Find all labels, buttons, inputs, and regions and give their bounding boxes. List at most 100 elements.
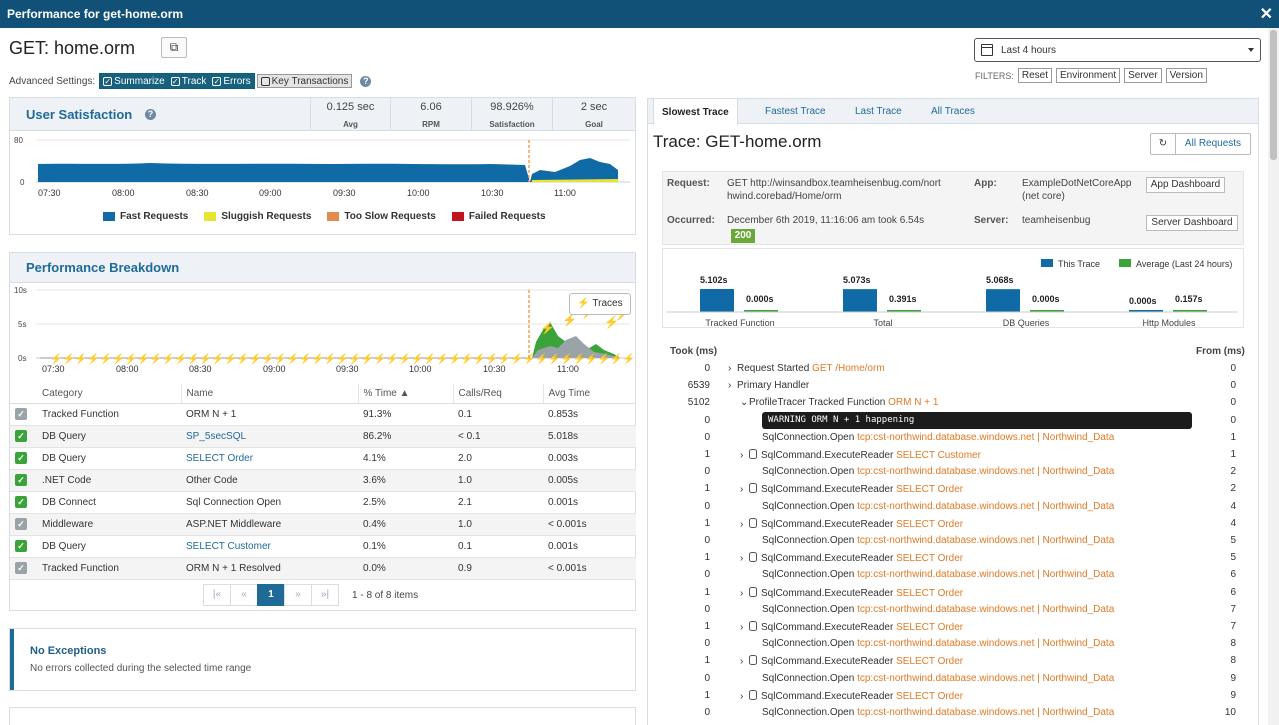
filter-version-button[interactable]: Version: [1165, 68, 1207, 83]
col-name[interactable]: Name: [181, 384, 359, 404]
close-icon[interactable]: ✕: [1260, 4, 1273, 24]
chevron-right-icon[interactable]: ›: [740, 588, 749, 599]
cell-calls: 0.1: [453, 535, 543, 558]
server-dashboard-button[interactable]: Server Dashboard: [1146, 215, 1238, 231]
chevron-right-icon[interactable]: ›: [740, 450, 749, 461]
user-satisfaction-header: User Satisfaction ? 0.125 sec Avg 6.06 RPM…: [10, 98, 635, 131]
filter-environment-button[interactable]: Environment: [1055, 68, 1121, 83]
chevron-right-icon[interactable]: ›: [740, 484, 749, 495]
trace-entry: › SqlCommand.ExecuteReader SELECT Order: [740, 621, 963, 633]
pager-next-button[interactable]: »: [284, 584, 312, 606]
legend-item[interactable]: Too Slow Requests: [327, 211, 436, 222]
row-checkbox[interactable]: ✓: [15, 518, 27, 530]
col-pct-time[interactable]: % Time ▲: [358, 384, 454, 404]
table-row[interactable]: ✓ .NET Code Other Code 3.6% 1.0 0.005s: [10, 469, 636, 492]
trace-from: 5: [1230, 535, 1236, 546]
trace-entry: › SqlCommand.ExecuteReader SELECT Order: [740, 552, 963, 564]
bar[interactable]: [843, 289, 877, 312]
pager-first-button[interactable]: |«: [203, 584, 231, 606]
refresh-button[interactable]: ↻: [1150, 133, 1176, 155]
cell-calls-text: 2.1: [458, 496, 472, 508]
bar-data-label: 0.000s: [746, 294, 774, 304]
trace-from: 0: [1230, 363, 1236, 374]
cell-avg: < 0.001s: [543, 557, 636, 580]
x-tick-label: 08:30: [189, 364, 212, 374]
help-icon[interactable]: ?: [145, 109, 156, 120]
cell-calls: 1.0: [453, 469, 543, 492]
cell-category-text: DB Query: [42, 430, 86, 442]
row-checkbox[interactable]: ✓: [15, 540, 27, 552]
chevron-right-icon[interactable]: ›: [740, 553, 749, 564]
table-row[interactable]: ✓ Tracked Function ORM N + 1 91.3% 0.1 0.853s: [10, 403, 636, 426]
chevron-down-icon[interactable]: ⌄: [740, 397, 749, 408]
chevron-right-icon[interactable]: ›: [740, 691, 749, 702]
time-range-select[interactable]: Last 4 hours: [974, 38, 1261, 62]
table-row[interactable]: ✓ DB Query SELECT Customer 0.1% 0.1 0.001s: [10, 535, 636, 558]
advanced-toggle-group: ✓ Summarize ✓ Track ✓ Errors: [99, 73, 255, 89]
app-value-line2: (net core): [1022, 191, 1065, 202]
chevron-right-icon[interactable]: ›: [740, 656, 749, 667]
legend-label: Fast Requests: [120, 211, 189, 222]
open-external-button[interactable]: ⧉: [161, 37, 187, 58]
cell-name-text: Sql Connection Open: [186, 496, 282, 508]
page-scrollbar[interactable]: [1268, 28, 1279, 725]
cell-name-text[interactable]: SELECT Order: [186, 453, 253, 464]
pager-prev-button[interactable]: «: [230, 584, 258, 606]
row-checkbox[interactable]: ✓: [15, 496, 27, 508]
fast-requests-area: [530, 158, 618, 182]
row-checkbox[interactable]: ✓: [15, 452, 27, 464]
pager-last-button[interactable]: »|: [311, 584, 339, 606]
x-tick-label: 09:00: [259, 188, 282, 198]
errors-label: Errors: [223, 75, 251, 87]
cell-name-text[interactable]: SELECT Customer: [186, 541, 271, 552]
legend-item[interactable]: Sluggish Requests: [204, 211, 311, 222]
row-checkbox[interactable]: ✓: [15, 430, 27, 442]
bar[interactable]: [986, 289, 1020, 312]
trace-entry-detail: SELECT Order: [896, 587, 964, 599]
app-dashboard-button[interactable]: App Dashboard: [1146, 177, 1225, 193]
col-category[interactable]: Category: [37, 384, 182, 404]
table-row[interactable]: ✓ Middleware ASP.NET Middleware 0.4% 1.0 < 0.…: [10, 513, 636, 536]
help-icon[interactable]: ?: [360, 75, 372, 87]
trace-from: 4: [1230, 517, 1236, 529]
tab-slowest-trace[interactable]: Slowest Trace: [653, 98, 738, 125]
trace-entry-name: SqlCommand.ExecuteReader: [761, 656, 894, 668]
summarize-toggle[interactable]: ✓ Summarize: [100, 74, 168, 88]
table-row[interactable]: ✓ DB Query SP_5secSQL 86.2% < 0.1 5.018s: [10, 425, 636, 448]
chevron-right-icon[interactable]: ›: [740, 519, 749, 530]
filter-server-button[interactable]: Server: [1124, 68, 1162, 83]
traces-button[interactable]: ⚡ Traces: [569, 293, 631, 315]
legend-item[interactable]: Failed Requests: [451, 211, 546, 222]
legend-item[interactable]: Fast Requests: [103, 211, 188, 222]
row-checkbox[interactable]: ✓: [15, 474, 27, 486]
tab-fastest-trace[interactable]: Fastest Trace: [765, 106, 826, 117]
all-requests-button[interactable]: All Requests: [1175, 133, 1251, 155]
col-calls-req[interactable]: Calls/Req: [453, 384, 544, 404]
errors-toggle[interactable]: ✓ Errors: [209, 74, 254, 88]
row-checkbox[interactable]: ✓: [15, 562, 27, 574]
tab-last-trace[interactable]: Last Trace: [855, 106, 902, 117]
tab-all-traces[interactable]: All Traces: [931, 106, 975, 117]
filter-reset-button[interactable]: Reset: [1017, 68, 1052, 83]
chevron-right-icon[interactable]: ›: [740, 622, 749, 633]
row-checkbox[interactable]: ✓: [15, 408, 27, 420]
user-satisfaction-chart: 80 0 07:30 08:00 08:30 09:00 09:30 10:00…: [14, 136, 630, 198]
track-toggle[interactable]: ✓ Track: [167, 74, 210, 88]
bar[interactable]: [700, 289, 734, 312]
cell-name-text[interactable]: SP_5secSQL: [186, 431, 246, 442]
chevron-right-icon[interactable]: ›: [728, 363, 737, 374]
trace-took: 1: [704, 517, 710, 529]
chevron-right-icon[interactable]: ›: [728, 380, 737, 391]
trace-from: 1: [1230, 431, 1236, 443]
scrollbar-thumb[interactable]: [1270, 30, 1277, 160]
key-transactions-toggle[interactable]: Key Transactions: [256, 74, 353, 88]
pager-page-button[interactable]: 1: [257, 584, 285, 606]
table-row[interactable]: ✓ DB Connect Sql Connection Open 2.5% 2.1 0.0…: [10, 491, 636, 514]
cell-avg-text: 5.018s: [548, 430, 579, 442]
table-row[interactable]: ✓ DB Query SELECT Order 4.1% 2.0 0.003s: [10, 447, 636, 470]
filters-bar: FILTERS: Reset Environment Server Versio…: [975, 68, 1207, 83]
trace-from: 5: [1230, 552, 1236, 564]
table-row[interactable]: ✓ Tracked Function ORM N + 1 Resolved 0.0% 0…: [10, 557, 636, 580]
col-avg-time[interactable]: Avg Time: [543, 384, 636, 404]
stat-rpm: 6.06 RPM: [390, 98, 471, 130]
